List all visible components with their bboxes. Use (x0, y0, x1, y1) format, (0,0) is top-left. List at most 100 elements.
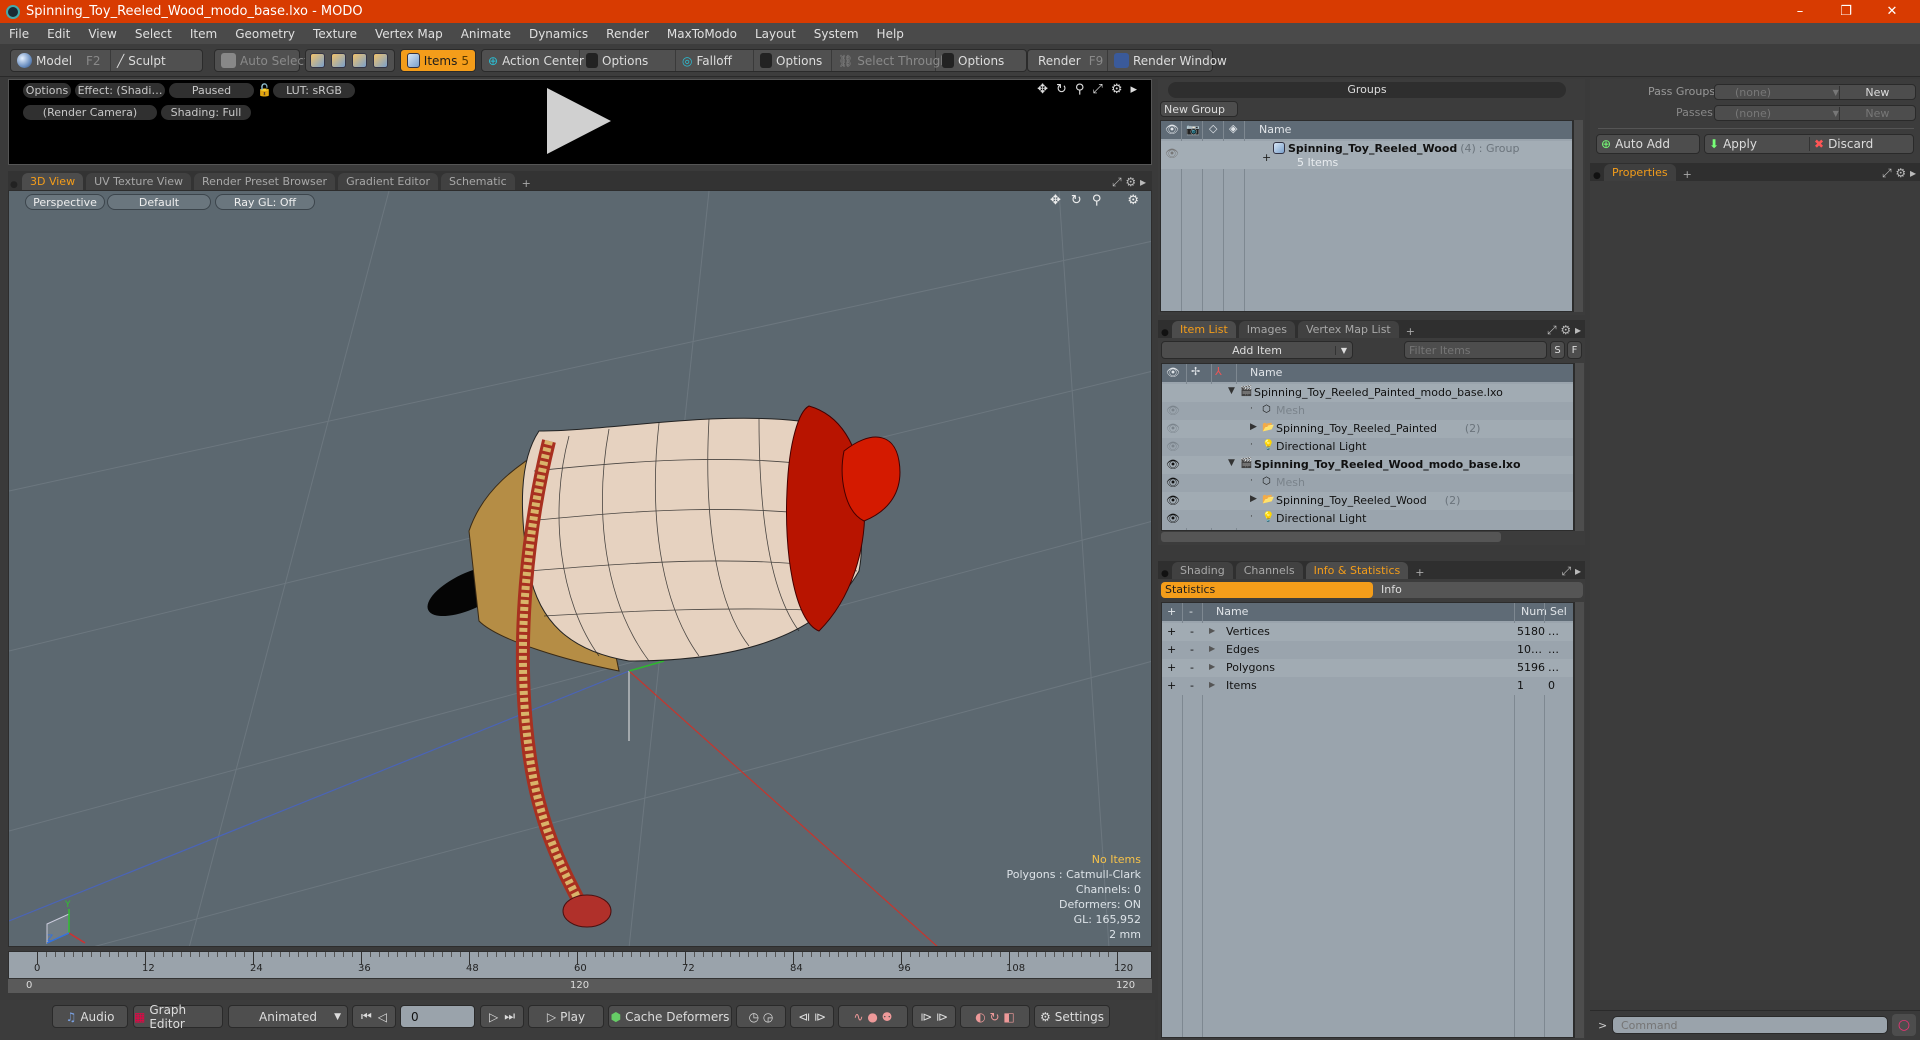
add-to-selection-button[interactable]: + (1167, 661, 1176, 674)
settings-button[interactable]: ⚙ Settings (1034, 1005, 1110, 1028)
gear-icon[interactable]: ⚙ (1111, 82, 1123, 97)
menu-render[interactable]: Render (597, 27, 658, 41)
expand-arrow-icon[interactable]: ▶ (1209, 644, 1215, 653)
menu-geometry[interactable]: Geometry (226, 27, 304, 41)
visibility-icon[interactable]: 👁 (1165, 147, 1179, 160)
item-row[interactable]: 👁 ▼ 🎬 Spinning_Toy_Reeled_Wood_modo_base… (1162, 456, 1573, 474)
graph-editor-button[interactable]: ▦ Graph Editor (133, 1003, 223, 1031)
statistics-scrollbar[interactable] (1574, 602, 1584, 1038)
new-group-button[interactable]: New Group (1160, 101, 1238, 117)
minimize-button[interactable]: – (1777, 0, 1823, 23)
expand-arrow-icon[interactable]: ▶ (1250, 494, 1257, 504)
filter-items-input[interactable] (1404, 341, 1547, 359)
rotate-icon[interactable]: ↻ (1071, 193, 1082, 208)
model-mode-button[interactable]: Model F2 (11, 50, 111, 71)
gear-icon[interactable]: ⚙ (1125, 175, 1136, 189)
timeline-range[interactable]: 0 120 120 (8, 978, 1152, 993)
projection-dropdown[interactable]: Perspective (25, 194, 105, 210)
pause-toggle[interactable]: Paused (169, 83, 254, 98)
action-center-button[interactable]: ⊕ Action Center (482, 50, 584, 71)
key-tools-1[interactable]: ◷ ◶ (736, 1005, 786, 1028)
new-pass-button[interactable]: New (1838, 106, 1915, 120)
remove-from-selection-button[interactable]: - (1190, 625, 1194, 638)
tab-channels[interactable]: Channels (1235, 562, 1303, 579)
menu-select[interactable]: Select (126, 27, 181, 41)
visibility-icon[interactable]: 👁 (1166, 512, 1180, 525)
key-tools-4[interactable]: ⧐ ⧐ (912, 1005, 956, 1028)
polygons-mode-icon[interactable] (352, 53, 367, 68)
gear-icon[interactable]: ⚙ (1127, 193, 1139, 208)
menu-layout[interactable]: Layout (746, 27, 805, 41)
menu-view[interactable]: View (79, 27, 125, 41)
play-render-icon[interactable] (547, 88, 611, 154)
record-macro-button[interactable]: ○ (1892, 1014, 1916, 1036)
add-tab-icon[interactable]: + (518, 177, 535, 190)
maximize-icon[interactable]: ⤢ (1547, 323, 1557, 337)
lock-icon[interactable]: 🔓 (257, 83, 272, 97)
animated-dropdown[interactable]: Animated ▼ (228, 1005, 348, 1028)
tab-render-preset-browser[interactable]: Render Preset Browser (194, 173, 336, 190)
pass-groups-dropdown[interactable]: (none) ▼ New (1714, 84, 1916, 100)
menu-edit[interactable]: Edit (38, 27, 79, 41)
visibility-icon[interactable]: 👁 (1166, 476, 1180, 489)
auto-select-button[interactable]: Auto Select (214, 49, 309, 72)
falloff-options-button[interactable]: Options (754, 50, 832, 71)
action-center-options-button[interactable]: Options (580, 50, 676, 71)
select-through-options-button[interactable]: Options (936, 50, 1010, 71)
expand-arrow-icon[interactable]: ▼ (1228, 386, 1235, 396)
statistics-row[interactable]: + - ▶ Edges 10… … (1162, 641, 1573, 659)
cache-deformers-button[interactable]: ⬢ Cache Deformers (608, 1005, 732, 1028)
pan-icon[interactable]: ✥ (1050, 193, 1061, 208)
key-tools-3[interactable]: ∿ ● ⚉ (838, 1005, 908, 1028)
gear-icon[interactable]: ⚙ (1560, 323, 1571, 337)
zoom-icon[interactable]: ⚲ (1092, 193, 1102, 208)
item-list-hscrollbar[interactable] (1161, 532, 1501, 542)
add-tab-icon[interactable]: + (1679, 168, 1696, 181)
arrow-right-icon[interactable]: ▸ (1575, 323, 1581, 337)
statistics-row[interactable]: + - ▶ Vertices 5180 … (1162, 623, 1573, 641)
visibility-icon[interactable]: 👁 (1166, 422, 1180, 435)
group-row[interactable]: 👁 + Spinning_Toy_Reeled_Wood (4) : Group… (1161, 141, 1572, 169)
chevron-down-icon[interactable]: ▼ (1334, 345, 1347, 355)
menu-item[interactable]: Item (181, 27, 226, 41)
command-input[interactable] (1612, 1016, 1888, 1034)
select-through-button[interactable]: ⛓ Select Through (832, 50, 948, 71)
s-toggle[interactable]: S (1550, 341, 1565, 359)
arrow-right-icon[interactable]: ▸ (1130, 82, 1137, 97)
item-row[interactable]: 👁 · ⬡ Mesh (1162, 402, 1573, 420)
arrow-right-icon[interactable]: ▸ (1140, 175, 1146, 189)
tab-info-statistics[interactable]: Info & Statistics (1305, 562, 1409, 579)
zoom-icon[interactable]: ⚲ (1075, 82, 1085, 97)
step-back-icon[interactable]: ◁ (378, 1010, 387, 1024)
tab-uv-texture-view[interactable]: UV Texture View (86, 173, 192, 190)
info-subtab[interactable]: Info (1381, 582, 1402, 598)
groups-scrollbar[interactable] (1573, 120, 1583, 312)
expand-icon[interactable]: + (1262, 151, 1271, 164)
menu-system[interactable]: System (805, 27, 868, 41)
item-row[interactable]: 👁 · 💡 Directional Light (1162, 438, 1573, 456)
go-to-end-icon[interactable]: ⏭ (504, 1009, 515, 1024)
visibility-icon[interactable]: 👁 (1166, 494, 1180, 507)
edges-mode-icon[interactable] (331, 53, 346, 68)
auto-add-button[interactable]: ⊕ Auto Add (1596, 134, 1700, 154)
tab-shading[interactable]: Shading (1172, 562, 1233, 579)
menu-help[interactable]: Help (868, 27, 913, 41)
restore-button[interactable]: ❐ (1823, 0, 1869, 23)
add-item-button[interactable]: Add Item ▼ (1161, 341, 1353, 359)
audio-button[interactable]: ♫ Audio (52, 1005, 128, 1028)
add-to-selection-button[interactable]: + (1167, 625, 1176, 638)
close-button[interactable]: ✕ (1869, 0, 1915, 23)
apply-button[interactable]: ⬇ Apply (1705, 137, 1810, 151)
remove-from-selection-button[interactable]: - (1190, 679, 1194, 692)
menu-file[interactable]: File (0, 27, 38, 41)
item-row[interactable]: 👁 · ⬡ Mesh (1162, 474, 1573, 492)
item-row[interactable]: 👁 ▶ 📂 Spinning_Toy_Reeled_Wood (2) (1162, 492, 1573, 510)
menu-animate[interactable]: Animate (452, 27, 520, 41)
tab-schematic[interactable]: Schematic (441, 173, 515, 190)
menu-vertex-map[interactable]: Vertex Map (366, 27, 452, 41)
visibility-icon[interactable]: 👁 (1166, 458, 1180, 471)
render-window-button[interactable]: Render Window (1108, 50, 1233, 71)
key-tools-2[interactable]: ⧏ ⧐ (790, 1005, 834, 1028)
statistics-row[interactable]: + - ▶ Polygons 5196 … (1162, 659, 1573, 677)
statistics-row[interactable]: + - ▶ Items 1 0 (1162, 677, 1573, 695)
